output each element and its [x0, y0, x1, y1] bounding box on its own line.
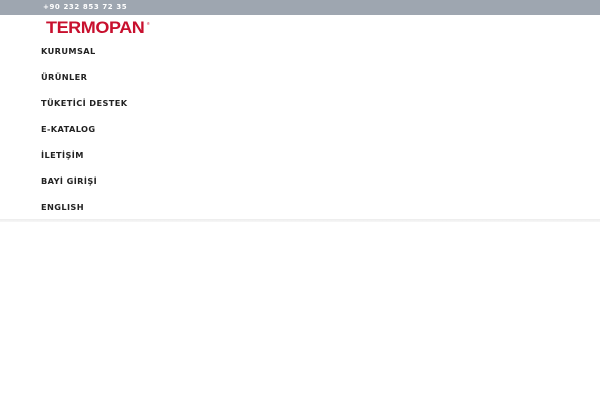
logo-wordmark: TERMOPAN [46, 18, 145, 37]
menu-bottom-divider [0, 219, 600, 222]
nav-item-bayi-girisi[interactable]: BAYİ GİRİŞİ [0, 168, 600, 194]
nav-item-english[interactable]: ENGLISH [0, 194, 600, 220]
registered-mark: ® [146, 21, 150, 26]
nav-item-tuketici-destek[interactable]: TÜKETİCİ DESTEK [0, 90, 600, 116]
nav-item-kurumsal[interactable]: KURUMSAL [0, 38, 600, 64]
phone-number-link[interactable]: +90 232 853 72 35 [43, 3, 127, 12]
termopan-logo[interactable]: TERMOPAN ® [46, 19, 150, 37]
nav-item-iletisim[interactable]: İLETİŞİM [0, 142, 600, 168]
nav-item-e-katalog[interactable]: E-KATALOG [0, 116, 600, 142]
top-bar: +90 232 853 72 35 [0, 0, 600, 15]
main-navigation-menu: KURUMSAL ÜRÜNLER TÜKETİCİ DESTEK E-KATAL… [0, 38, 600, 220]
nav-item-urunler[interactable]: ÜRÜNLER [0, 64, 600, 90]
